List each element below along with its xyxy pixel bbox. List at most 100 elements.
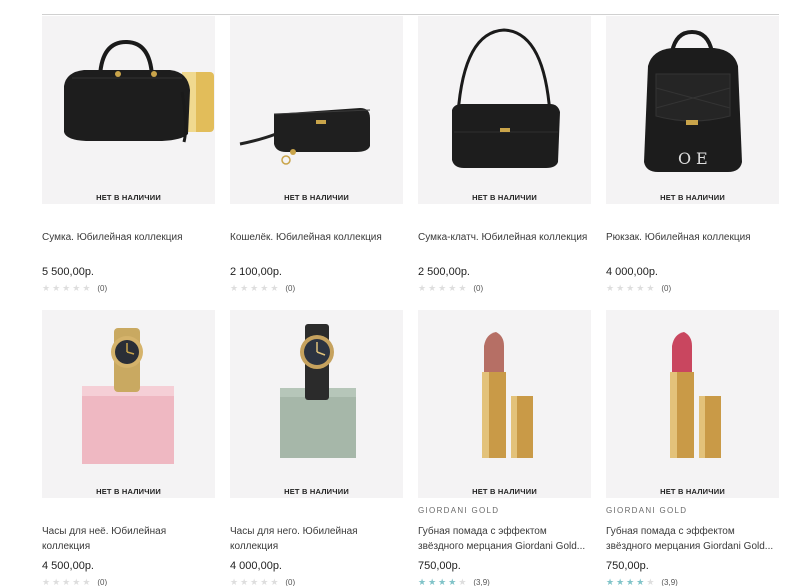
rating-stars: ★ ★ ★ ★ ★ [230, 282, 279, 293]
watch-icon [82, 328, 174, 464]
star-icon: ★ [250, 282, 259, 293]
product-price: 4 500,00р. [42, 560, 94, 572]
rating-stars: ★ ★ ★ ★ ★ [418, 576, 466, 586]
product-card[interactable]: НЕТ В НАЛИЧИИ GIORDANI GOLD Губная помад… [418, 310, 591, 586]
star-icon: ★ [448, 576, 457, 586]
product-price: 2 500,00р. [418, 266, 470, 278]
review-count: (0) [473, 283, 484, 293]
product-title[interactable]: Сумка. Юбилейная коллекция [42, 230, 217, 245]
star-icon: ★ [72, 576, 81, 586]
star-icon: ★ [418, 576, 427, 586]
product-card[interactable]: НЕТ В НАЛИЧИИ Часы для неё. Юбилейная ко… [42, 310, 215, 586]
star-icon: ★ [240, 576, 249, 586]
watch-icon [280, 324, 356, 458]
product-title[interactable]: Рюкзак. Юбилейная коллекция [606, 230, 781, 245]
review-count: (3,9) [473, 577, 490, 586]
star-icon: ★ [616, 282, 625, 293]
rating: ★ ★ ★ ★ ★ (3,9) [418, 577, 490, 586]
review-count: (0) [285, 577, 296, 586]
product-card[interactable]: O E НЕТ В НАЛИЧИИ Рюкзак. Юбилейная колл… [606, 16, 779, 293]
star-icon: ★ [82, 282, 91, 293]
review-count: (0) [285, 283, 296, 293]
star-icon: ★ [438, 282, 447, 293]
product-title[interactable]: Сумка-клатч. Юбилейная коллекция [418, 230, 593, 245]
svg-text:E: E [696, 149, 708, 168]
product-title[interactable]: Губная помада с эффектом звёздного мерца… [418, 524, 593, 554]
rating: ★ ★ ★ ★ ★ (0) [230, 577, 295, 586]
product-image[interactable]: НЕТ В НАЛИЧИИ [230, 310, 403, 498]
star-icon: ★ [448, 282, 457, 293]
rating: ★ ★ ★ ★ ★ (0) [42, 283, 107, 293]
product-image[interactable]: НЕТ В НАЛИЧИИ [606, 310, 779, 498]
product-image[interactable]: НЕТ В НАЛИЧИИ [42, 16, 215, 204]
rating: ★ ★ ★ ★ ★ (3,9) [606, 577, 678, 586]
product-card[interactable]: НЕТ В НАЛИЧИИ GIORDANI GOLD Губная помад… [606, 310, 779, 586]
product-brand[interactable]: GIORDANI GOLD [606, 506, 687, 515]
star-icon: ★ [616, 576, 625, 586]
rating: ★ ★ ★ ★ ★ (0) [230, 283, 295, 293]
product-price: 4 000,00р. [230, 560, 282, 572]
out-of-stock-label: НЕТ В НАЛИЧИИ [660, 193, 725, 202]
review-count: (0) [97, 283, 108, 293]
star-icon: ★ [72, 282, 81, 293]
product-title[interactable]: Кошелёк. Юбилейная коллекция [230, 230, 405, 245]
clutch-icon [452, 28, 560, 168]
product-card[interactable]: НЕТ В НАЛИЧИИ Сумка-клатч. Юбилейная кол… [418, 16, 591, 293]
rating-stars: ★ ★ ★ ★ ★ [418, 282, 467, 293]
star-icon: ★ [458, 282, 467, 293]
rating: ★ ★ ★ ★ ★ (0) [418, 283, 483, 293]
star-icon: ★ [270, 282, 279, 293]
lipstick-icon [670, 332, 721, 458]
star-icon: ★ [636, 576, 645, 586]
star-icon: ★ [62, 282, 71, 293]
product-image[interactable]: НЕТ В НАЛИЧИИ [42, 310, 215, 498]
rating: ★ ★ ★ ★ ★ (0) [42, 577, 107, 586]
review-count: (0) [661, 283, 672, 293]
star-icon: ★ [42, 576, 51, 586]
product-image[interactable]: НЕТ В НАЛИЧИИ [418, 310, 591, 498]
rating: ★ ★ ★ ★ ★ (0) [606, 283, 671, 293]
star-icon: ★ [240, 282, 249, 293]
product-card[interactable]: НЕТ В НАЛИЧИИ Кошелёк. Юбилейная коллекц… [230, 16, 403, 293]
product-image[interactable]: O E НЕТ В НАЛИЧИИ [606, 16, 779, 204]
review-count: (3,9) [661, 577, 678, 586]
star-icon: ★ [52, 282, 61, 293]
product-price: 5 500,00р. [42, 266, 94, 278]
top-divider [42, 14, 779, 15]
star-icon: ★ [52, 576, 61, 586]
star-icon: ★ [230, 282, 239, 293]
out-of-stock-label: НЕТ В НАЛИЧИИ [284, 487, 349, 496]
handbag-icon [64, 39, 214, 143]
product-card[interactable]: НЕТ В НАЛИЧИИ Сумка. Юбилейная коллекция… [42, 16, 215, 293]
out-of-stock-label: НЕТ В НАЛИЧИИ [96, 487, 161, 496]
product-price: 2 100,00р. [230, 266, 282, 278]
star-icon: ★ [230, 576, 239, 586]
rating-stars: ★ ★ ★ ★ ★ [230, 576, 279, 586]
product-image[interactable]: НЕТ В НАЛИЧИИ [418, 16, 591, 204]
star-icon: ★ [646, 576, 655, 586]
star-icon: ★ [636, 282, 645, 293]
backpack-icon: O E [644, 29, 742, 172]
product-card[interactable]: НЕТ В НАЛИЧИИ Часы для него. Юбилейная к… [230, 310, 403, 586]
product-brand[interactable]: GIORDANI GOLD [418, 506, 499, 515]
out-of-stock-label: НЕТ В НАЛИЧИИ [284, 193, 349, 202]
rating-stars: ★ ★ ★ ★ ★ [42, 576, 90, 586]
star-icon: ★ [428, 576, 437, 586]
out-of-stock-label: НЕТ В НАЛИЧИИ [472, 487, 537, 496]
product-price: 4 000,00р. [606, 266, 658, 278]
star-icon: ★ [438, 576, 447, 586]
star-icon: ★ [606, 576, 615, 586]
out-of-stock-label: НЕТ В НАЛИЧИИ [96, 193, 161, 202]
product-image[interactable]: НЕТ В НАЛИЧИИ [230, 16, 403, 204]
product-title[interactable]: Часы для неё. Юбилейная коллекция [42, 524, 217, 554]
out-of-stock-label: НЕТ В НАЛИЧИИ [660, 487, 725, 496]
star-icon: ★ [418, 282, 427, 293]
star-icon: ★ [260, 576, 269, 586]
rating-stars: ★ ★ ★ ★ ★ [42, 282, 91, 293]
star-icon: ★ [270, 576, 279, 586]
lipstick-icon [482, 332, 533, 458]
product-title[interactable]: Часы для него. Юбилейная коллекция [230, 524, 405, 554]
star-icon: ★ [42, 282, 51, 293]
product-title[interactable]: Губная помада с эффектом звёздного мерца… [606, 524, 781, 554]
rating-stars: ★ ★ ★ ★ ★ [606, 576, 655, 586]
